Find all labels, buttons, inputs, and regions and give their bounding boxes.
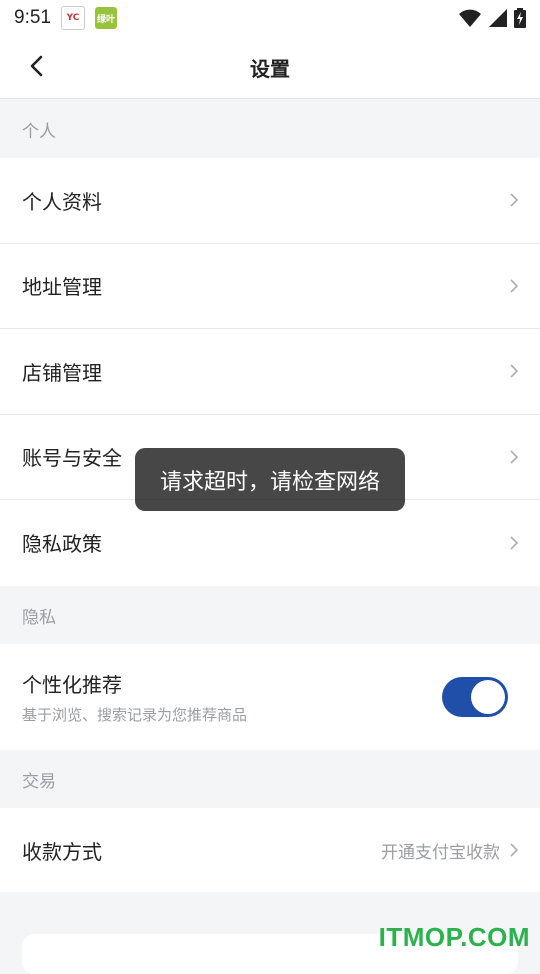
settings-item-label: 店铺管理	[22, 360, 102, 385]
back-button[interactable]	[18, 48, 54, 84]
signal-icon	[489, 9, 507, 27]
personalized-recommendation-row: 个性化推荐 基于浏览、搜索记录为您推荐商品	[0, 644, 540, 750]
section-title-personal: 个人	[22, 121, 56, 142]
chevron-right-icon	[510, 192, 520, 208]
settings-item-label: 地址管理	[22, 275, 102, 300]
personal-settings-group: 个人资料 地址管理 店铺管理 账号与安全 隐私政策	[0, 158, 540, 586]
settings-item-address[interactable]: 地址管理	[0, 244, 540, 329]
page-title: 设置	[250, 56, 290, 81]
settings-item-label: 收款方式	[22, 839, 102, 864]
section-title-privacy: 隐私	[22, 607, 56, 628]
chevron-right-icon	[510, 363, 520, 379]
status-time: 9:51	[14, 7, 51, 28]
chevron-left-icon	[30, 55, 43, 77]
settings-item-payment-method[interactable]: 收款方式 开通支付宝收款	[0, 808, 540, 892]
chevron-right-icon	[510, 449, 520, 465]
personalized-recommendation-switch[interactable]	[442, 677, 508, 717]
section-title-trade: 交易	[22, 771, 56, 792]
privacy-settings-group: 个性化推荐 基于浏览、搜索记录为您推荐商品	[0, 644, 540, 750]
trade-settings-group: 收款方式 开通支付宝收款	[0, 808, 540, 892]
chevron-right-icon	[510, 278, 520, 294]
settings-item-label: 账号与安全	[22, 446, 122, 471]
wifi-icon	[459, 9, 481, 27]
chevron-right-icon	[510, 535, 520, 551]
top-nav-bar: 设置	[0, 36, 540, 99]
toggle-title: 个性化推荐	[22, 673, 122, 697]
settings-item-value: 开通支付宝收款	[381, 842, 500, 863]
battery-charging-icon	[514, 8, 526, 28]
settings-item-label: 隐私政策	[22, 532, 102, 557]
app-badge-yc: YC	[60, 6, 85, 30]
switch-knob	[471, 680, 505, 714]
toggle-description: 基于浏览、搜索记录为您推荐商品	[22, 706, 248, 724]
toast-message: 请求超时，请检查网络	[135, 448, 405, 511]
chevron-right-icon	[510, 842, 520, 858]
app-badge-green: 绿叶	[94, 7, 117, 29]
settings-item-privacy-policy[interactable]: 隐私政策	[0, 500, 540, 586]
settings-item-label: 个人资料	[22, 189, 102, 214]
status-bar: 9:51 YC 绿叶	[0, 0, 540, 36]
settings-item-store[interactable]: 店铺管理	[0, 329, 540, 415]
settings-item-profile[interactable]: 个人资料	[0, 158, 540, 244]
watermark: ITMOP.COM	[378, 922, 530, 952]
